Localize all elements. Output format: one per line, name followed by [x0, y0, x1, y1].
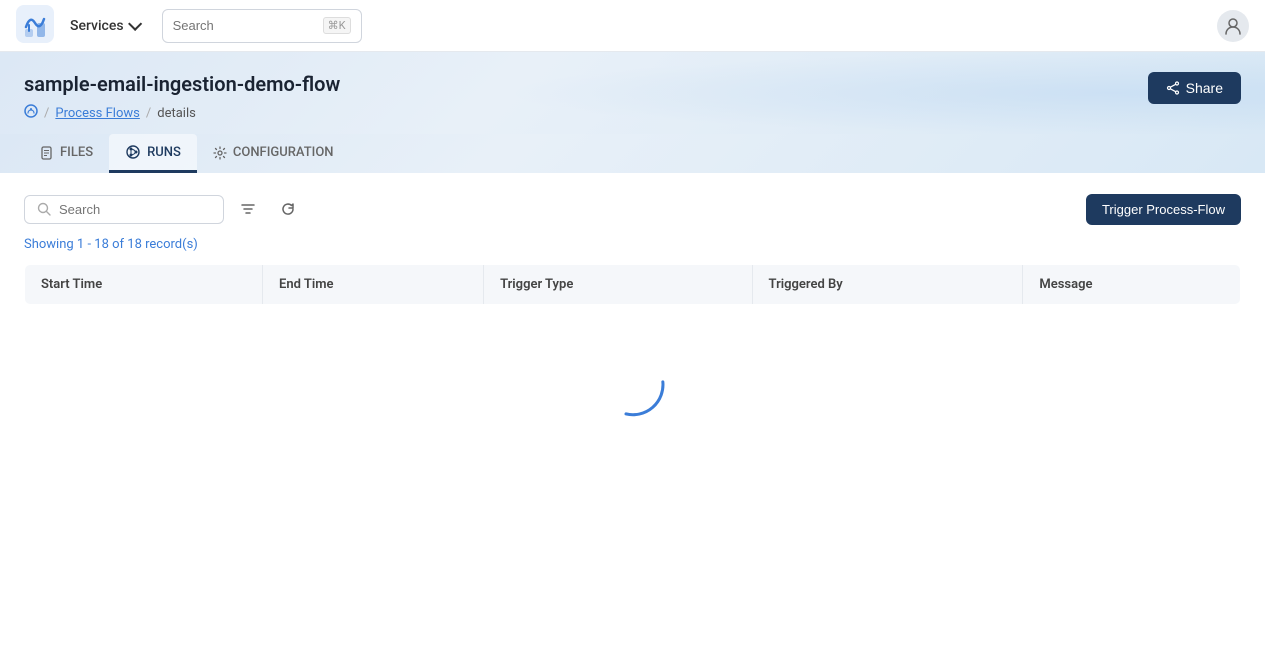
- tab-runs[interactable]: RUNS: [109, 134, 197, 173]
- navbar: Services ⌘K: [0, 0, 1265, 52]
- filter-button[interactable]: [232, 193, 264, 225]
- refresh-icon: [280, 201, 296, 217]
- services-chevron-icon: [128, 16, 142, 30]
- tab-configuration[interactable]: CONFIGURATION: [197, 135, 350, 173]
- tab-configuration-label: CONFIGURATION: [233, 145, 334, 160]
- breadcrumb-home-icon[interactable]: [24, 104, 38, 122]
- configuration-icon: [213, 146, 227, 160]
- breadcrumb-sep-1: /: [44, 106, 49, 121]
- share-button[interactable]: Share: [1148, 72, 1241, 104]
- col-triggered-by: Triggered By: [752, 265, 1023, 305]
- runs-table: Start Time End Time Trigger Type Trigger…: [24, 264, 1241, 305]
- runs-search-input[interactable]: [59, 202, 199, 217]
- trigger-type-label: Trigger Type: [500, 277, 573, 292]
- col-trigger-type: Trigger Type: [484, 265, 752, 305]
- refresh-button[interactable]: [272, 193, 304, 225]
- search-icon: [37, 202, 51, 216]
- records-count[interactable]: Showing 1 - 18 of 18 record(s): [24, 237, 1241, 252]
- end-time-label: End Time: [279, 277, 333, 292]
- main-content: Trigger Process-Flow Showing 1 - 18 of 1…: [0, 173, 1265, 653]
- page-title: sample-email-ingestion-demo-flow: [24, 72, 1241, 96]
- message-label: Message: [1039, 277, 1092, 292]
- navbar-search-input[interactable]: [173, 18, 293, 33]
- tabs-bar: FILES RUNS CONFIGURATION: [0, 134, 1265, 173]
- runs-toolbar: Trigger Process-Flow: [24, 193, 1241, 225]
- navbar-search-box[interactable]: ⌘K: [162, 9, 362, 43]
- spinner-icon: [593, 345, 673, 425]
- col-start-time: Start Time: [25, 265, 263, 305]
- breadcrumb: / Process Flows / details: [24, 104, 1241, 122]
- search-box[interactable]: [24, 195, 224, 224]
- tab-files[interactable]: FILES: [24, 135, 109, 173]
- page-header: sample-email-ingestion-demo-flow / Proce…: [0, 52, 1265, 134]
- tab-runs-label: RUNS: [147, 145, 181, 160]
- services-dropdown[interactable]: Services: [62, 14, 146, 38]
- files-icon: [40, 146, 54, 160]
- col-message: Message: [1023, 265, 1241, 305]
- tab-files-label: FILES: [60, 145, 93, 160]
- breadcrumb-process-flows[interactable]: Process Flows: [55, 106, 139, 121]
- trigger-process-flow-button[interactable]: Trigger Process-Flow: [1086, 194, 1241, 225]
- filter-icon: [240, 201, 256, 217]
- app-logo[interactable]: [16, 5, 54, 47]
- share-icon: [1166, 81, 1180, 95]
- user-avatar[interactable]: [1217, 10, 1249, 42]
- services-label: Services: [70, 18, 124, 34]
- col-end-time: End Time: [263, 265, 484, 305]
- breadcrumb-current: details: [157, 106, 196, 121]
- triggered-by-label: Triggered By: [769, 277, 843, 292]
- loading-indicator: [24, 305, 1241, 505]
- trigger-button-label: Trigger Process-Flow: [1102, 202, 1225, 217]
- runs-icon: [125, 144, 141, 160]
- search-shortcut-badge: ⌘K: [323, 17, 351, 34]
- share-button-label: Share: [1186, 80, 1223, 96]
- start-time-label: Start Time: [41, 277, 102, 292]
- table-header-row: Start Time End Time Trigger Type Trigger…: [25, 265, 1241, 305]
- breadcrumb-sep-2: /: [146, 106, 151, 121]
